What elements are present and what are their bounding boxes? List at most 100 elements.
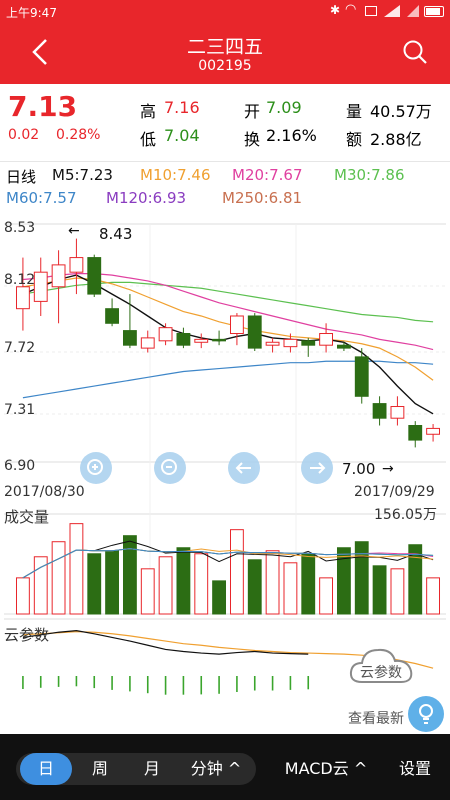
zoom-out-button[interactable]: [154, 452, 186, 484]
search-icon[interactable]: [401, 38, 429, 68]
app-header: 二三四五 002195: [0, 24, 450, 84]
ma120-value: M120:6.93: [106, 189, 187, 207]
candle-body: [69, 257, 84, 273]
high-marker-value: 8.43: [99, 225, 133, 243]
volume-bar: [105, 550, 120, 615]
volume-bar: [229, 529, 244, 615]
candle-body: [212, 338, 227, 342]
ma60-value: M60:7.57: [6, 189, 77, 207]
price-level-3: 7.72: [4, 340, 36, 356]
ma-legend: 日线 M5:7.23 M10:7.46 M20:7.67 M30:7.86 M6…: [0, 162, 450, 214]
stock-code: 002195: [198, 58, 252, 74]
tab-minute[interactable]: 分钟 ^: [180, 753, 252, 785]
cloud-param-badge[interactable]: 云参数: [346, 636, 418, 696]
price-level-4: 7.31: [4, 402, 36, 418]
volume-bar: [319, 577, 334, 615]
indicator-selector[interactable]: MACD云 ^: [274, 753, 378, 785]
right-arrow-icon: [310, 462, 326, 474]
ma10-value: M10:7.46: [140, 166, 211, 184]
ma5-value: M5:7.23: [52, 166, 113, 184]
lightbulb-icon: [419, 704, 433, 724]
candle-body: [336, 344, 351, 349]
volume-bar: [247, 559, 262, 615]
volume-bar: [354, 541, 369, 615]
volume-max-label: 156.05万: [374, 507, 437, 523]
tab-week[interactable]: 周: [76, 753, 124, 785]
indicator-panel-title: 云参数: [4, 626, 50, 644]
price-change-pct: 0.28%: [56, 127, 101, 143]
turnover-label: 换: [244, 130, 261, 149]
candle-body: [319, 333, 334, 346]
candle-body: [301, 340, 316, 346]
volume-label: 量: [346, 102, 363, 121]
signal-2-icon: [406, 4, 420, 18]
candle-body: [426, 427, 441, 435]
price-level-top: 8.53: [4, 220, 36, 236]
candle-body: [354, 356, 369, 397]
kline-chart[interactable]: 8.53 8.12 7.72 7.31 6.90 ← 8.43 7.00 → 2…: [0, 214, 450, 734]
turnover-value: 2.16%: [266, 126, 317, 145]
price-level-bottom: 6.90: [4, 458, 36, 474]
period-label: 日线: [6, 168, 37, 186]
volume-bar: [87, 553, 102, 615]
low-value: 7.04: [164, 126, 200, 145]
start-date: 2017/08/30: [4, 484, 85, 500]
candle-body: [283, 338, 298, 348]
candle-body: [105, 308, 120, 324]
high-label: 高: [140, 102, 157, 121]
tab-day[interactable]: 日: [20, 753, 72, 785]
volume-panel-title: 成交量: [4, 508, 50, 526]
candle-body: [15, 286, 30, 310]
ma20-value: M20:7.67: [232, 166, 303, 184]
scroll-right-button[interactable]: [301, 452, 333, 484]
candle-body: [33, 271, 48, 302]
open-label: 开: [244, 102, 261, 121]
volume-bar: [212, 580, 227, 615]
candle-body: [176, 333, 191, 346]
zoom-in-button[interactable]: [80, 452, 112, 484]
screen-cast-icon: [365, 6, 377, 16]
volume-bar: [194, 553, 209, 615]
low-label: 低: [140, 130, 157, 149]
left-arrow-icon: [235, 462, 251, 474]
candle-body: [140, 337, 155, 349]
volume-value: 40.57万: [370, 102, 432, 121]
wifi-icon: ◠: [345, 2, 357, 17]
quote-panel: 7.13 0.02 0.28% 高 7.16 开 7.09 量 40.57万 低…: [0, 84, 450, 162]
cloud-view-latest-link[interactable]: 查看最新: [348, 708, 404, 728]
open-value: 7.09: [266, 98, 302, 117]
scroll-left-button[interactable]: [228, 452, 260, 484]
high-arrow-icon: ←: [68, 223, 80, 239]
volume-bar: [69, 523, 84, 615]
candle-body: [247, 315, 262, 349]
volume-bar: [176, 547, 191, 615]
candle-body: [408, 424, 423, 441]
cloud-badge-label: 云参数: [360, 665, 402, 681]
settings-button[interactable]: 设置: [388, 753, 442, 785]
candle-body: [390, 406, 405, 419]
amount-label: 额: [346, 130, 363, 149]
volume-bar: [283, 562, 298, 615]
volume-bar: [301, 553, 316, 615]
low-arrow-icon: →: [382, 461, 394, 477]
tab-month[interactable]: 月: [128, 753, 176, 785]
candle-body: [122, 330, 137, 346]
current-price: 7.13: [8, 90, 78, 123]
status-bar: 上午9:47 ✱ ◠: [0, 0, 450, 24]
candle-body: [229, 315, 244, 335]
volume-bar: [372, 565, 387, 615]
bluetooth-icon: ✱: [330, 3, 341, 17]
price-level-2: 8.12: [4, 272, 36, 288]
low-marker-value: 7.00: [342, 460, 376, 478]
ma5-line: [22, 274, 434, 415]
candle-body: [194, 338, 209, 343]
ma10-line: [22, 277, 434, 381]
volume-bar: [426, 577, 441, 615]
tip-button[interactable]: [408, 696, 444, 732]
ma60-line: [22, 360, 434, 399]
volume-bar: [140, 568, 155, 615]
price-change: 0.02: [8, 127, 40, 143]
ma250-value: M250:6.81: [222, 189, 303, 207]
volume-bar: [122, 535, 137, 615]
bottom-toolbar: 日 周 月 分钟 ^ MACD云 ^ 设置: [0, 734, 450, 800]
